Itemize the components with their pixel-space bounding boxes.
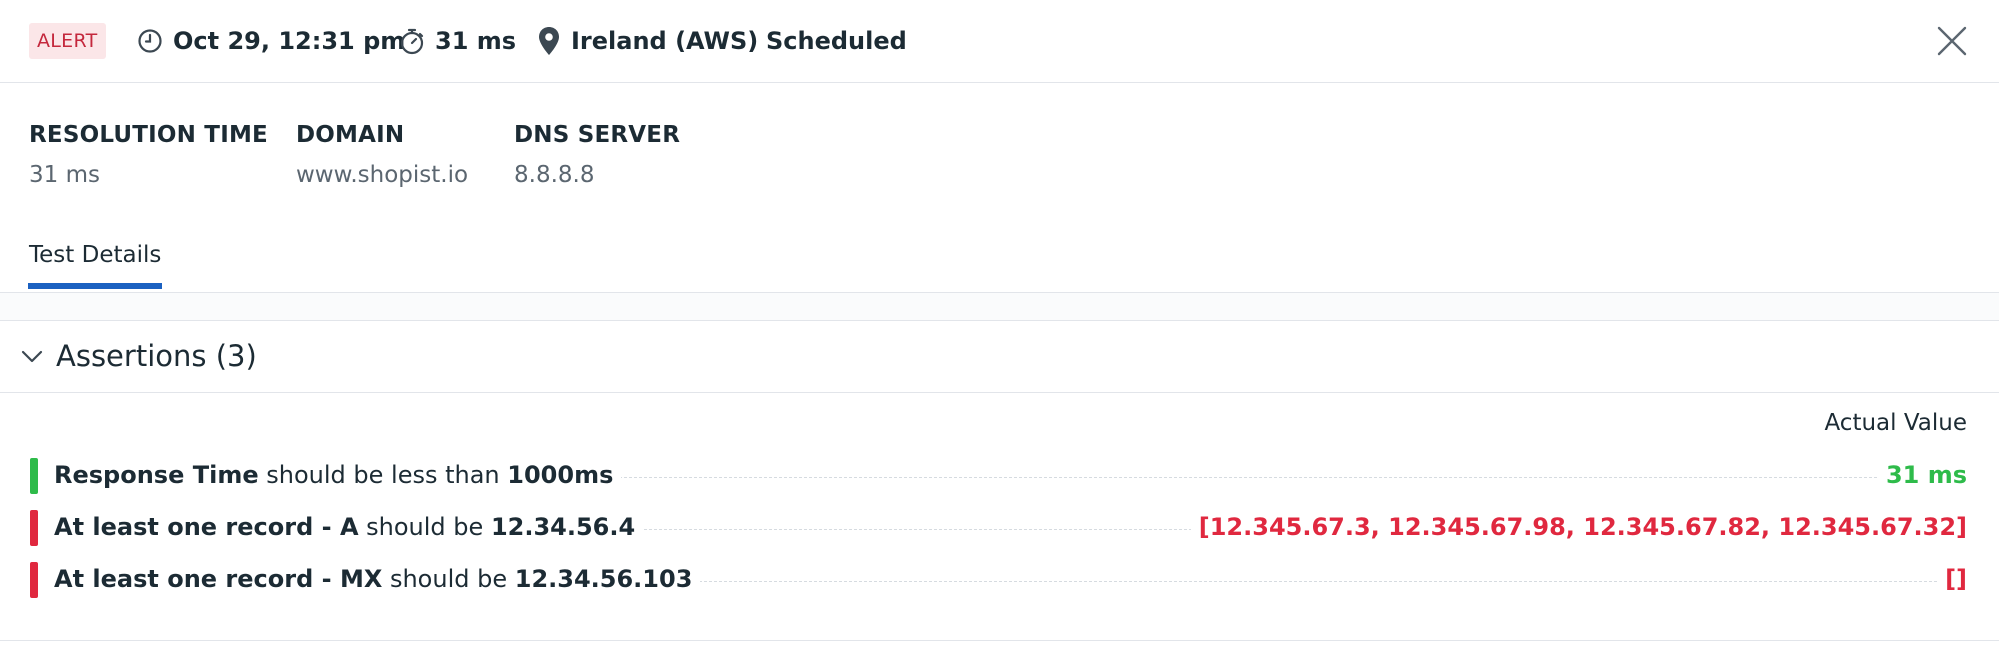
test-result-panel: ALERT Oct 29, 12:31 pm 31 ms Ireland (AW… — [0, 0, 1999, 656]
actual-value: [] — [1937, 565, 1967, 593]
assertion-operator: should be — [366, 513, 484, 541]
clock-icon — [138, 29, 162, 53]
assertions-list: Actual Value Response Time should be les… — [0, 392, 1999, 641]
field-value: 31 ms — [29, 162, 100, 188]
actual-value: 31 ms — [1877, 461, 1967, 489]
field-value: 8.8.8.8 — [514, 162, 595, 188]
assertion-target: 1000ms — [507, 461, 614, 489]
assertion-subject: Response Time — [54, 461, 259, 489]
assertion-operator: should be less than — [266, 461, 500, 489]
close-button[interactable] — [1933, 22, 1971, 60]
fail-indicator — [30, 510, 38, 546]
run-type: Scheduled — [766, 23, 907, 59]
assertion-subject: At least one record - A — [54, 513, 359, 541]
resolution-time-field: RESOLUTION TIME 31 ms — [29, 122, 268, 188]
chevron-down-icon[interactable] — [20, 345, 44, 369]
pass-indicator — [30, 458, 38, 494]
field-label: RESOLUTION TIME — [29, 122, 268, 148]
dns-server-field: DNS SERVER 8.8.8.8 — [514, 122, 680, 188]
close-icon[interactable] — [1936, 25, 1968, 57]
assertion-row: Response Time should be less than 1000ms… — [0, 456, 1999, 496]
timestamp-text: Oct 29, 12:31 pm — [173, 27, 406, 55]
assertion-target: 12.34.56.4 — [490, 513, 636, 541]
assertion-row: At least one record - MX should be 12.34… — [0, 560, 1999, 600]
assertion-target: 12.34.56.103 — [514, 565, 693, 593]
active-tab-indicator — [28, 283, 162, 289]
assertion-subject: At least one record - MX — [54, 565, 383, 593]
field-label: DOMAIN — [296, 122, 405, 148]
field-value: www.shopist.io — [296, 162, 469, 188]
assertion-text: At least one record - A should be 12.34.… — [54, 513, 644, 541]
run-type-text: Scheduled — [766, 27, 907, 55]
assertions-toggle[interactable]: Assertions (3) — [0, 320, 1999, 393]
location-pin-icon — [539, 27, 559, 55]
actual-value-header: Actual Value — [1824, 410, 1967, 436]
actual-value: [12.345.67.3, 12.345.67.98, 12.345.67.82… — [1190, 513, 1967, 541]
assertion-operator: should be — [389, 565, 508, 593]
stopwatch-icon — [400, 28, 424, 55]
domain-field: DOMAIN www.shopist.io — [296, 122, 468, 188]
assertion-row: At least one record - A should be 12.34.… — [0, 508, 1999, 548]
timestamp: Oct 29, 12:31 pm — [137, 23, 405, 59]
location: Ireland (AWS) — [537, 23, 758, 59]
section-spacer — [0, 293, 1999, 320]
field-label: DNS SERVER — [514, 122, 681, 148]
location-text: Ireland (AWS) — [571, 27, 759, 55]
status-badge: ALERT — [29, 23, 106, 59]
assertion-text: At least one record - MX should be 12.34… — [54, 565, 701, 593]
assertions-title: Assertions (3) — [56, 339, 257, 373]
result-header: ALERT Oct 29, 12:31 pm 31 ms Ireland (AW… — [0, 0, 1999, 83]
duration-text: 31 ms — [435, 27, 517, 55]
duration: 31 ms — [399, 23, 516, 59]
fail-indicator — [30, 562, 38, 598]
assertion-text: Response Time should be less than 1000ms — [54, 461, 622, 489]
tab-test-details[interactable]: Test Details — [29, 242, 161, 268]
